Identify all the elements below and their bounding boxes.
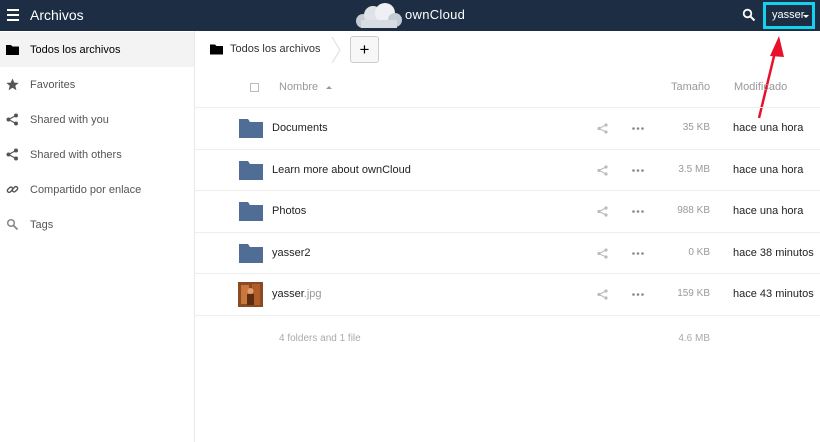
file-basename: yasser (272, 288, 304, 300)
sidebar-item-all-files[interactable]: Todos los archivos (0, 32, 194, 67)
more-icon[interactable] (632, 210, 644, 213)
link-icon (6, 185, 19, 194)
sidebar-item-label: Shared with you (30, 114, 109, 126)
new-button[interactable]: + (350, 36, 379, 63)
sidebar-item-label: Todos los archivos (30, 44, 121, 56)
sidebar-item-label: Compartido por enlace (30, 184, 142, 196)
more-icon[interactable] (632, 169, 644, 172)
folder-icon[interactable] (210, 43, 223, 55)
breadcrumb-separator (331, 36, 341, 64)
star-icon (6, 78, 19, 91)
sidebar: Todos los archivos Favorites Shared with… (0, 31, 195, 442)
sidebar-item-tags[interactable]: Tags (0, 207, 194, 242)
image-thumbnail (238, 282, 263, 307)
table-row[interactable]: yasser2 0 KB hace 38 minutos (195, 232, 820, 274)
file-name[interactable]: yasser2 (272, 247, 311, 259)
sidebar-item-label: Tags (30, 219, 54, 231)
file-extension: .jpg (303, 288, 322, 300)
column-header-name[interactable]: Nombre (279, 81, 318, 93)
file-size: 0 KB (688, 247, 710, 258)
share-icon[interactable] (597, 123, 608, 134)
plus-icon: + (359, 40, 370, 59)
share-icon (6, 113, 18, 126)
app-title[interactable]: Archivos (30, 7, 84, 23)
summary-label: 4 folders and 1 file (279, 333, 361, 344)
breadcrumb[interactable]: Todos los archivos (230, 43, 321, 55)
sidebar-item-shared-with-you[interactable]: Shared with you (0, 102, 194, 137)
folder-icon (239, 161, 263, 180)
file-size: 35 KB (682, 122, 710, 133)
search-icon[interactable] (742, 8, 756, 22)
file-size: 3.5 MB (678, 164, 710, 175)
column-header-modified[interactable]: Modificado (734, 81, 787, 93)
file-name[interactable]: Photos (272, 205, 306, 217)
table-row[interactable]: yasser.jpg 159 KB hace 43 minutos (195, 273, 820, 316)
share-icon[interactable] (597, 206, 608, 217)
share-icon[interactable] (597, 165, 608, 176)
file-modified: hace 43 minutos (733, 288, 814, 300)
file-modified: hace una hora (733, 205, 804, 217)
file-modified: hace 38 minutos (733, 247, 814, 259)
cloud-icon (356, 3, 402, 28)
folder-icon (239, 244, 263, 263)
file-modified: hace una hora (733, 122, 804, 134)
more-icon[interactable] (632, 127, 644, 130)
table-row[interactable]: Documents 35 KB hace una hora (195, 107, 820, 149)
file-modified: hace una hora (733, 164, 804, 176)
user-name: yasser (772, 9, 805, 21)
share-icon[interactable] (597, 248, 608, 259)
file-size: 159 KB (677, 288, 710, 299)
file-size: 988 KB (677, 205, 710, 216)
owncloud-logo: ownCloud (353, 1, 471, 31)
folder-icon (6, 45, 19, 55)
folder-icon (239, 119, 263, 138)
sort-ascending-icon (326, 86, 332, 89)
menu-icon[interactable] (7, 9, 19, 21)
logo-text: ownCloud (405, 7, 466, 22)
sidebar-item-shared-with-others[interactable]: Shared with others (0, 137, 194, 172)
sidebar-item-label: Shared with others (30, 149, 122, 161)
sidebar-item-shared-by-link[interactable]: Compartido por enlace (0, 172, 194, 207)
app-header: Archivos ownCloud yasser (0, 0, 820, 31)
summary-size: 4.6 MB (678, 333, 710, 344)
sidebar-item-favorites[interactable]: Favorites (0, 67, 194, 102)
file-name[interactable]: yasser.jpg (272, 288, 322, 300)
column-header-size[interactable]: Tamaño (671, 81, 710, 93)
user-menu-button[interactable]: yasser (763, 2, 815, 29)
file-name[interactable]: Documents (272, 122, 328, 134)
folder-icon (239, 202, 263, 221)
select-all-checkbox[interactable] (250, 83, 259, 92)
tag-icon (6, 218, 19, 231)
table-row[interactable]: Photos 988 KB hace una hora (195, 190, 820, 232)
file-name[interactable]: Learn more about ownCloud (272, 164, 411, 176)
share-icon[interactable] (597, 289, 608, 300)
share-icon (6, 148, 18, 161)
more-icon[interactable] (632, 293, 644, 296)
more-icon[interactable] (632, 252, 644, 255)
caret-down-icon (803, 15, 809, 18)
sidebar-item-label: Favorites (30, 79, 76, 91)
table-row[interactable]: Learn more about ownCloud 3.5 MB hace un… (195, 149, 820, 191)
